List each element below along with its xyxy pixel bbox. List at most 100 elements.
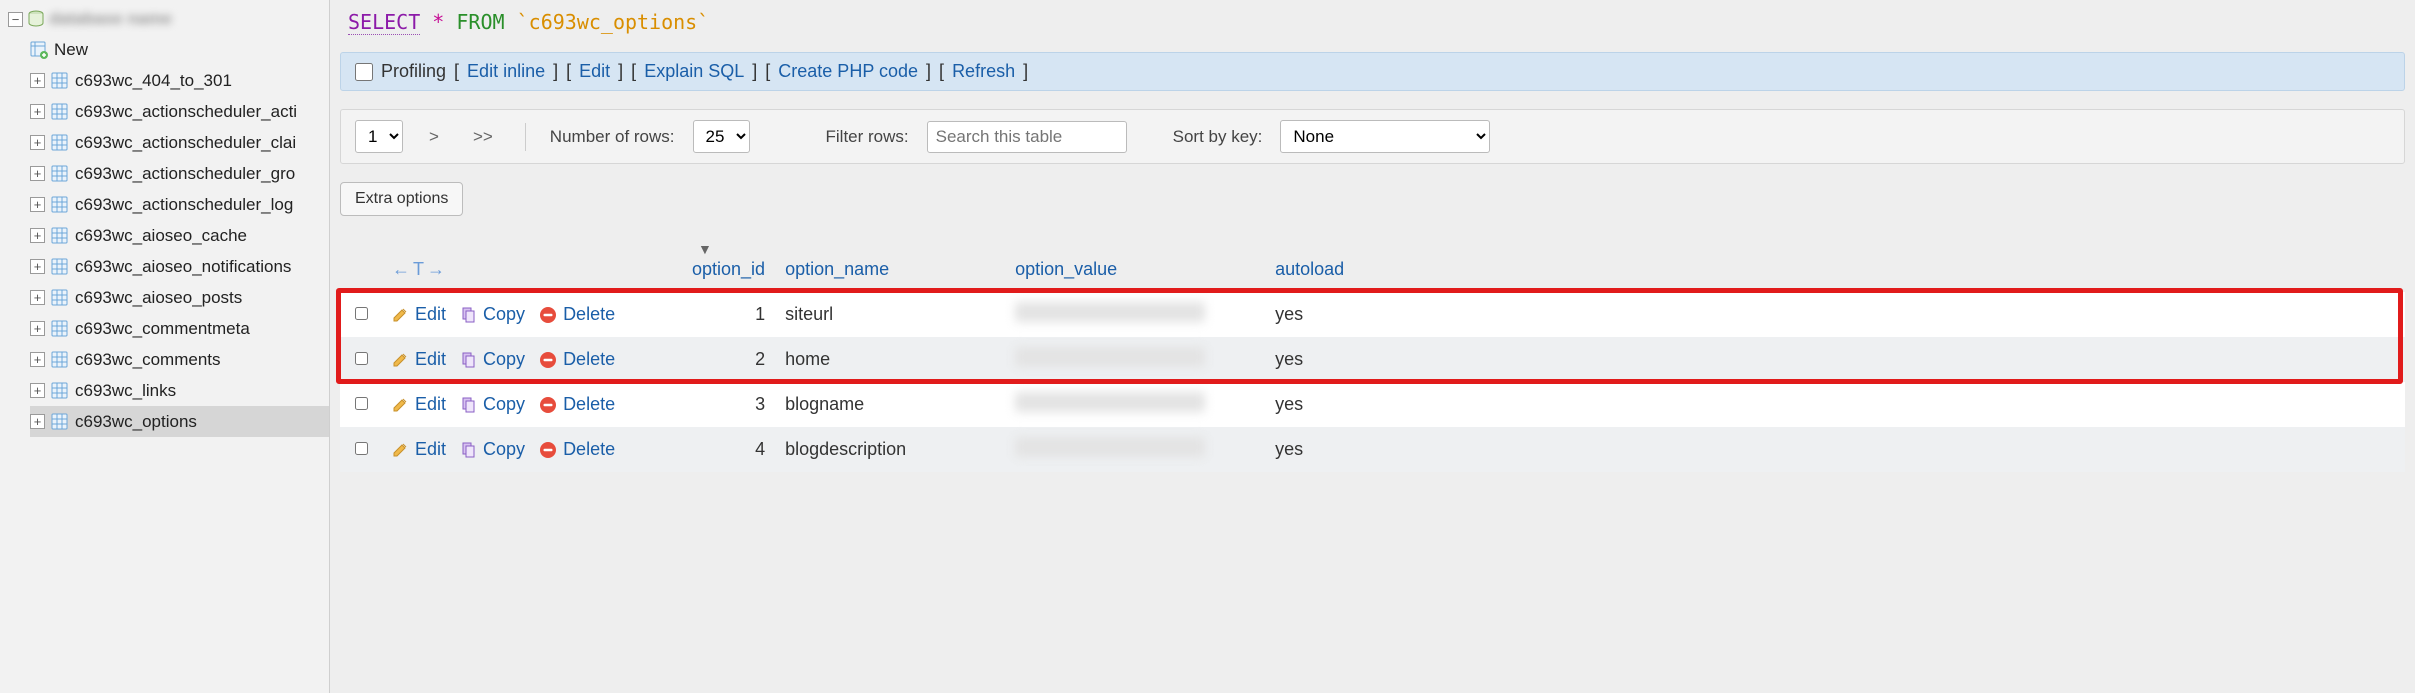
explain-sql-link[interactable]: Explain SQL: [644, 61, 744, 82]
tree-item-table[interactable]: + c693wc_comments: [30, 344, 329, 375]
col-header-option-value[interactable]: option_value: [1015, 259, 1117, 279]
copy-row-button[interactable]: Copy: [460, 394, 525, 415]
cell-autoload: yes: [1265, 427, 1385, 472]
sort-desc-icon[interactable]: ▼: [698, 241, 712, 257]
tree-item-table[interactable]: + c693wc_options: [30, 406, 329, 437]
delete-row-button[interactable]: Delete: [539, 394, 615, 415]
edit-row-button[interactable]: Edit: [392, 394, 446, 415]
tree-item-table[interactable]: + c693wc_aioseo_notifications: [30, 251, 329, 282]
table-icon: [51, 413, 69, 431]
table-icon: [51, 72, 69, 90]
pencil-icon: [392, 396, 409, 413]
tree-item-table[interactable]: + c693wc_actionscheduler_acti: [30, 96, 329, 127]
copy-row-button[interactable]: Copy: [460, 439, 525, 460]
delete-icon: [539, 441, 557, 459]
table-icon: [51, 227, 69, 245]
row-checkbox[interactable]: [355, 442, 368, 455]
delete-icon: [539, 306, 557, 324]
expand-icon[interactable]: +: [30, 321, 45, 336]
row-checkbox[interactable]: [355, 397, 368, 410]
collapse-icon[interactable]: −: [8, 12, 23, 27]
page-next-button[interactable]: >: [421, 123, 447, 151]
query-action-bar: Profiling [Edit inline ] [ Edit ] [ Expl…: [340, 52, 2405, 91]
tree-item-table[interactable]: + c693wc_aioseo_posts: [30, 282, 329, 313]
table-icon: [51, 382, 69, 400]
tree-item-table[interactable]: + c693wc_aioseo_cache: [30, 220, 329, 251]
edit-link[interactable]: Edit: [579, 61, 610, 82]
row-checkbox[interactable]: [355, 352, 368, 365]
table-icon: [51, 134, 69, 152]
column-reorder-icon[interactable]: ←T→: [392, 259, 448, 279]
cell-option-id: 1: [682, 292, 775, 337]
select-query-checkbox[interactable]: [355, 63, 373, 81]
tree-label: c693wc_404_to_301: [75, 71, 232, 91]
tree-item-table[interactable]: + c693wc_actionscheduler_log: [30, 189, 329, 220]
cell-option-value: [1005, 382, 1265, 427]
cell-option-id: 3: [682, 382, 775, 427]
expand-icon[interactable]: +: [30, 259, 45, 274]
expand-icon[interactable]: +: [30, 290, 45, 305]
tree-item-table[interactable]: + c693wc_actionscheduler_clai: [30, 127, 329, 158]
edit-row-button[interactable]: Edit: [392, 304, 446, 325]
tree-item-new[interactable]: New: [30, 34, 329, 65]
delete-icon: [539, 351, 557, 369]
tree-item-table[interactable]: + c693wc_commentmeta: [30, 313, 329, 344]
tree-item-table[interactable]: + c693wc_404_to_301: [30, 65, 329, 96]
delete-row-button[interactable]: Delete: [539, 304, 615, 325]
copy-row-button[interactable]: Copy: [460, 304, 525, 325]
copy-row-button[interactable]: Copy: [460, 349, 525, 370]
num-rows-select[interactable]: 25: [693, 120, 750, 153]
expand-icon[interactable]: +: [30, 352, 45, 367]
tree-label: c693wc_actionscheduler_acti: [75, 102, 297, 122]
expand-icon[interactable]: +: [30, 383, 45, 398]
table-row: Edit Copy Delete 2 home yes: [340, 337, 2405, 382]
edit-row-button[interactable]: Edit: [392, 349, 446, 370]
cell-autoload: yes: [1265, 292, 1385, 337]
table-icon: [51, 258, 69, 276]
expand-icon[interactable]: +: [30, 228, 45, 243]
expand-icon[interactable]: +: [30, 166, 45, 181]
delete-row-button[interactable]: Delete: [539, 349, 615, 370]
extra-options-button[interactable]: Extra options: [340, 182, 463, 216]
cell-option-value: [1005, 337, 1265, 382]
expand-icon[interactable]: +: [30, 414, 45, 429]
filter-rows-input[interactable]: [927, 121, 1127, 153]
tree-item-table[interactable]: + c693wc_actionscheduler_gro: [30, 158, 329, 189]
cell-option-name: blogdescription: [775, 427, 1005, 472]
pagination-controls: 1 > >> Number of rows: 25 Filter rows: S…: [340, 109, 2405, 164]
sort-by-key-select[interactable]: None: [1280, 120, 1490, 153]
edit-inline-link[interactable]: Edit inline: [467, 61, 545, 82]
filter-rows-label: Filter rows:: [826, 127, 909, 147]
row-checkbox[interactable]: [355, 307, 368, 320]
col-header-option-id[interactable]: option_id: [692, 259, 765, 279]
delete-row-button[interactable]: Delete: [539, 439, 615, 460]
profiling-label: Profiling: [381, 61, 446, 82]
expand-icon[interactable]: +: [30, 135, 45, 150]
tree-label: c693wc_links: [75, 381, 176, 401]
col-header-autoload[interactable]: autoload: [1275, 259, 1344, 279]
copy-icon: [460, 441, 477, 458]
create-php-link[interactable]: Create PHP code: [778, 61, 918, 82]
sql-keyword-from: FROM: [456, 10, 504, 34]
pencil-icon: [392, 306, 409, 323]
expand-icon[interactable]: +: [30, 73, 45, 88]
copy-icon: [460, 351, 477, 368]
expand-icon[interactable]: +: [30, 104, 45, 119]
cell-option-name: blogname: [775, 382, 1005, 427]
page-last-button[interactable]: >>: [465, 123, 501, 151]
tree-label: c693wc_aioseo_posts: [75, 288, 242, 308]
cell-autoload: yes: [1265, 382, 1385, 427]
tree-label: c693wc_actionscheduler_gro: [75, 164, 295, 184]
cell-option-value: [1005, 427, 1265, 472]
col-header-option-name[interactable]: option_name: [785, 259, 889, 279]
tree-label: c693wc_aioseo_notifications: [75, 257, 291, 277]
edit-row-button[interactable]: Edit: [392, 439, 446, 460]
sort-by-key-label: Sort by key:: [1173, 127, 1263, 147]
expand-icon[interactable]: +: [30, 197, 45, 212]
page-select[interactable]: 1: [355, 120, 403, 153]
tree-item-table[interactable]: + c693wc_links: [30, 375, 329, 406]
refresh-link[interactable]: Refresh: [952, 61, 1015, 82]
cell-autoload: yes: [1265, 337, 1385, 382]
tree-root[interactable]: − database name: [2, 4, 329, 34]
tree-label: c693wc_commentmeta: [75, 319, 250, 339]
